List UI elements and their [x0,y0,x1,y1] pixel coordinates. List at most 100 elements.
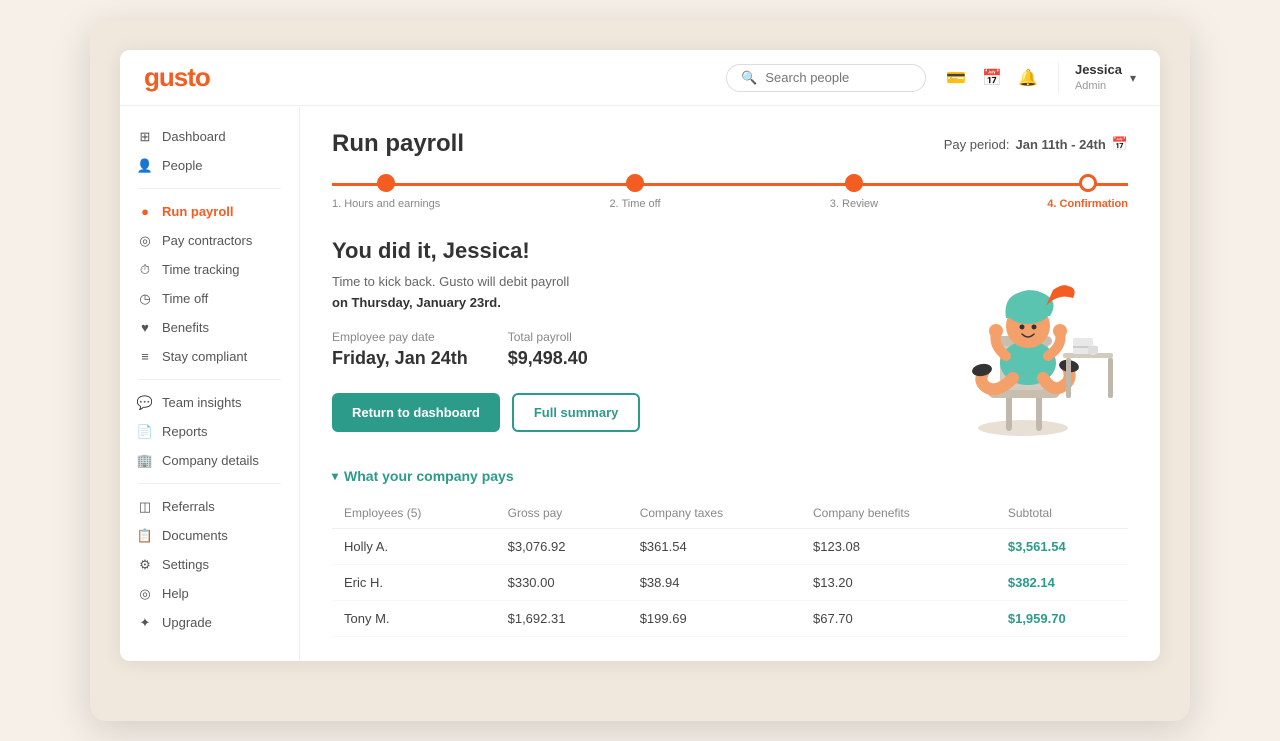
sidebar-group-main: ⊞ Dashboard 👤 People ● Run payroll ◎ P [120,122,299,637]
people-icon: 👤 [138,159,152,173]
time-tracking-icon: ⏱ [138,263,152,277]
sidebar-item-dashboard[interactable]: ⊞ Dashboard [120,122,299,151]
cell-name-0: Holly A. [332,529,496,565]
sidebar-label-people: People [162,158,202,173]
page-header: Run payroll Pay period: Jan 11th - 24th … [332,130,1128,158]
step-label-4: 4. Confirmation [1047,198,1128,210]
dashboard-icon: ⊞ [138,130,152,144]
toggle-chevron-icon: ▾ [332,469,338,483]
sidebar-item-team-insights[interactable]: 💬 Team insights [120,388,299,417]
sidebar-item-documents[interactable]: 📋 Documents [120,521,299,550]
col-subtotal: Subtotal [996,498,1128,529]
sidebar-item-run-payroll[interactable]: ● Run payroll [120,197,299,226]
step-2: 2. Time off [609,174,660,210]
cell-name-2: Tony M. [332,601,496,637]
table-row: Holly A. $3,076.92 $361.54 $123.08 $3,56… [332,529,1128,565]
upgrade-icon: ✦ [138,616,152,630]
step-3: 3. Review [830,174,878,210]
sidebar-label-time-tracking: Time tracking [162,262,240,277]
search-icon: 🔍 [741,70,757,86]
sidebar-divider-2 [138,379,281,380]
sidebar-item-benefits[interactable]: ♥ Benefits [120,313,299,342]
sidebar-label-pay-contractors: Pay contractors [162,233,252,248]
section-toggle[interactable]: ▾ What your company pays [332,468,1128,484]
section-toggle-label: What your company pays [344,468,514,484]
sidebar-item-settings[interactable]: ⚙ Settings [120,550,299,579]
step-1: 1. Hours and earnings [332,174,440,210]
bell-icon[interactable]: 🔔 [1018,68,1038,88]
illustration [908,238,1128,438]
step-dot-4 [1079,174,1097,192]
success-text: You did it, Jessica! Time to kick back. … [332,238,908,432]
team-insights-icon: 💬 [138,396,152,410]
cell-subtotal-1: $382.14 [996,565,1128,601]
cell-taxes-2: $199.69 [628,601,801,637]
col-taxes: Company taxes [628,498,801,529]
full-summary-button[interactable]: Full summary [512,393,641,432]
sidebar-item-referrals[interactable]: ◫ Referrals [120,492,299,521]
success-section: You did it, Jessica! Time to kick back. … [332,238,1128,438]
cell-benefits-1: $13.20 [801,565,996,601]
sidebar-item-reports[interactable]: 📄 Reports [120,417,299,446]
sidebar-item-pay-contractors[interactable]: ◎ Pay contractors [120,226,299,255]
company-details-icon: 🏢 [138,454,152,468]
pay-period: Pay period: Jan 11th - 24th 📅 [944,136,1128,152]
cell-subtotal-0: $3,561.54 [996,529,1128,565]
sidebar-label-settings: Settings [162,557,209,572]
sidebar-label-stay-compliant: Stay compliant [162,349,247,364]
user-section[interactable]: Jessica Admin ▾ [1058,62,1136,93]
table-header: Employees (5) Gross pay Company taxes Co… [332,498,1128,529]
sidebar-label-upgrade: Upgrade [162,615,212,630]
sidebar-item-company-details[interactable]: 🏢 Company details [120,446,299,475]
user-role: Admin [1075,79,1122,93]
col-gross: Gross pay [496,498,628,529]
pay-period-value: Jan 11th - 24th [1016,137,1106,152]
run-payroll-icon: ● [138,205,152,219]
reports-icon: 📄 [138,425,152,439]
sidebar-item-upgrade[interactable]: ✦ Upgrade [120,608,299,637]
sidebar-label-run-payroll: Run payroll [162,204,234,219]
step-dot-3 [845,174,863,192]
calendar-icon[interactable]: 📅 [982,68,1002,88]
sidebar-item-stay-compliant[interactable]: ≡ Stay compliant [120,342,299,371]
search-box[interactable]: 🔍 [726,64,926,92]
sidebar-item-help[interactable]: ◎ Help [120,579,299,608]
page-title: Run payroll [332,130,464,158]
referrals-icon: ◫ [138,500,152,514]
benefits-icon: ♥ [138,321,152,335]
success-illustration [918,238,1118,438]
step-label-1: 1. Hours and earnings [332,198,440,210]
step-label-2: 2. Time off [609,198,660,210]
total-payroll-info: Total payroll $9,498.40 [508,330,588,369]
card-icon[interactable]: 💳 [946,68,966,88]
table-row: Eric H. $330.00 $38.94 $13.20 $382.14 [332,565,1128,601]
action-buttons: Return to dashboard Full summary [332,393,908,432]
sidebar-item-time-tracking[interactable]: ⏱ Time tracking [120,255,299,284]
search-input[interactable] [765,70,911,85]
pay-date-label: Employee pay date [332,330,468,344]
calendar-small-icon: 📅 [1112,136,1128,152]
screen-wrapper: gusto 🔍 💳 📅 🔔 Jessica Admin ▾ [90,20,1190,721]
app-container: gusto 🔍 💳 📅 🔔 Jessica Admin ▾ [120,50,1160,661]
cell-subtotal-2: $1,959.70 [996,601,1128,637]
sidebar-label-company-details: Company details [162,453,259,468]
step-label-3: 3. Review [830,198,878,210]
app-header: gusto 🔍 💳 📅 🔔 Jessica Admin ▾ [120,50,1160,106]
cell-taxes-0: $361.54 [628,529,801,565]
return-dashboard-button[interactable]: Return to dashboard [332,393,500,432]
cell-taxes-1: $38.94 [628,565,801,601]
header-icons: 💳 📅 🔔 [946,68,1038,88]
table-body: Holly A. $3,076.92 $361.54 $123.08 $3,56… [332,529,1128,637]
step-4: 4. Confirmation [1047,174,1128,210]
subtitle-line1: Time to kick back. Gusto will debit payr… [332,274,569,289]
pay-contractors-icon: ◎ [138,234,152,248]
cell-gross-0: $3,076.92 [496,529,628,565]
col-benefits: Company benefits [801,498,996,529]
sidebar-item-people[interactable]: 👤 People [120,151,299,180]
success-subtitle: Time to kick back. Gusto will debit payr… [332,272,908,314]
success-title: You did it, Jessica! [332,238,908,264]
chevron-down-icon: ▾ [1130,71,1136,85]
sidebar-label-help: Help [162,586,189,601]
sidebar-item-time-off[interactable]: ◷ Time off [120,284,299,313]
cell-benefits-2: $67.70 [801,601,996,637]
